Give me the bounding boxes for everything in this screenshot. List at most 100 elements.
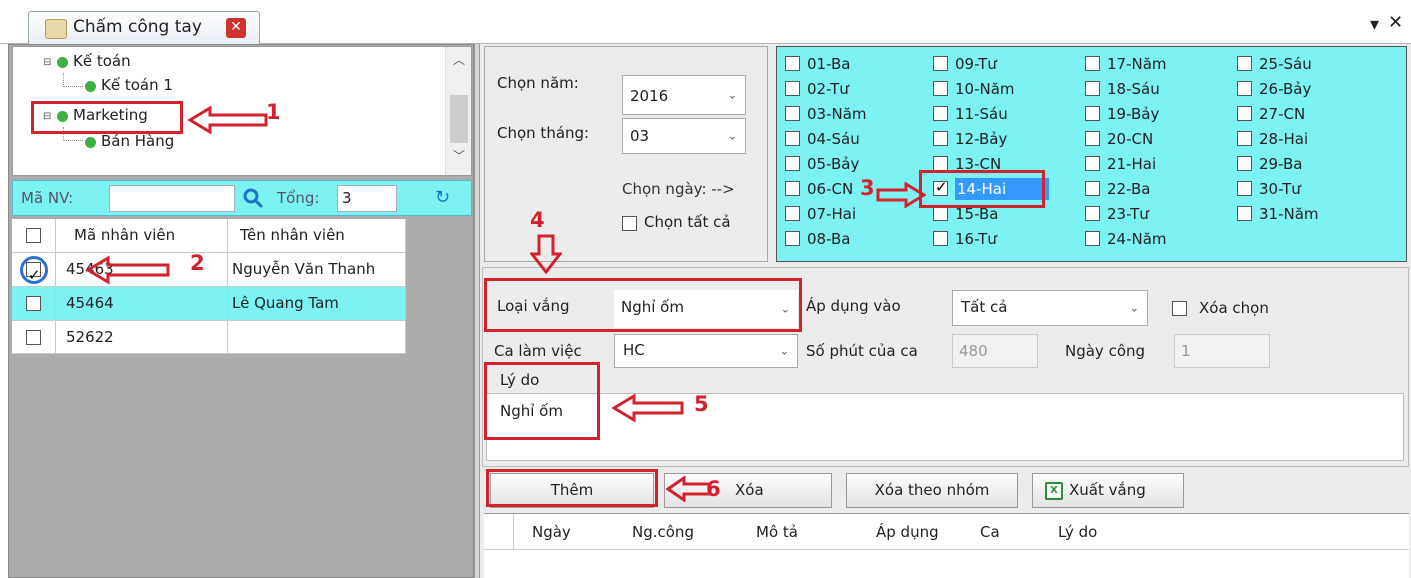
window-menu-icon[interactable]: ▾ (1370, 14, 1379, 35)
day-label: 20-CN (1107, 130, 1154, 148)
records-row-indicator (484, 514, 514, 550)
row-employee-name[interactable]: Nguyễn Văn Thanh (228, 253, 406, 287)
annotation-arrow-2 (86, 255, 170, 285)
records-header-description[interactable]: Mô tả (756, 523, 798, 541)
day-checkbox[interactable] (1237, 56, 1252, 71)
day-checkbox[interactable] (933, 206, 948, 221)
shift-label: Ca làm việc (494, 342, 582, 360)
day-checkbox[interactable] (1085, 106, 1100, 121)
tree-item-ban-hang[interactable]: Bán Hàng (101, 132, 174, 150)
records-table: Ngày Ng.công Mô tả Áp dụng Ca Lý do (484, 513, 1409, 578)
window-close-icon[interactable]: ✕ (1388, 12, 1403, 33)
day-checkbox[interactable] (785, 231, 800, 246)
day-checkbox[interactable] (933, 106, 948, 121)
tab-title: Chấm công tay (73, 17, 202, 37)
day-checkbox[interactable] (1085, 156, 1100, 171)
year-select[interactable]: 2016 ⌄ (622, 75, 746, 115)
apply-select[interactable]: Tất cả ⌄ (952, 290, 1148, 326)
day-checkbox[interactable] (933, 131, 948, 146)
annotation-label-3: 3 (860, 176, 875, 200)
tree-expand-icon[interactable]: ⊟ (43, 57, 51, 68)
day-checkbox[interactable] (1085, 56, 1100, 71)
row-employee-name[interactable] (228, 321, 406, 354)
day-checkbox[interactable] (933, 81, 948, 96)
employee-code-input[interactable] (109, 185, 235, 212)
day-label: 08-Ba (807, 230, 851, 248)
tab-close-icon[interactable]: ✕ (226, 18, 246, 38)
day-label: 17-Năm (1107, 55, 1167, 73)
day-checkbox[interactable] (1237, 106, 1252, 121)
row-employee-name[interactable]: Lê Quang Tam (228, 287, 406, 321)
day-checkbox[interactable] (785, 106, 800, 121)
chevron-down-icon: ⌄ (780, 302, 790, 316)
minutes-label: Số phút của ca (806, 342, 918, 360)
apply-value: Tất cả (961, 298, 1008, 316)
day-label: 31-Năm (1259, 205, 1319, 223)
day-label: 04-Sáu (807, 130, 860, 148)
day-checkbox[interactable] (933, 156, 948, 171)
shift-select[interactable]: HC ⌄ (614, 334, 798, 368)
day-label: 09-Tư (955, 55, 997, 73)
day-checkbox[interactable] (785, 56, 800, 71)
select-all-days-checkbox[interactable] (622, 216, 637, 231)
days-grid: 01-Ba 02-Tư 03-Năm 04-Sáu 05-Bảy 06-CN 07-Hai 0… (776, 46, 1407, 262)
tree-scrollbar[interactable]: ︿ ﹀ (445, 47, 471, 175)
day-checkbox[interactable] (1085, 206, 1100, 221)
day-checkbox[interactable] (785, 131, 800, 146)
tree-item-ke-toan-1[interactable]: Kế toán 1 (101, 76, 173, 94)
excel-icon: X (1045, 482, 1063, 500)
absence-type-select[interactable]: Nghỉ ốm ⌄ (614, 290, 798, 328)
records-header-apply[interactable]: Áp dụng (876, 523, 939, 541)
scroll-up-icon[interactable]: ︿ (453, 51, 465, 68)
clear-selection-checkbox[interactable] (1172, 301, 1187, 316)
day-label: 01-Ba (807, 55, 851, 73)
scroll-down-icon[interactable]: ﹀ (453, 147, 465, 164)
row-employee-id[interactable]: 52622 (56, 321, 228, 354)
search-bar: Mã NV: Tổng: 3 ↻ (12, 180, 472, 216)
month-select[interactable]: 03 ⌄ (622, 118, 746, 154)
select-all-checkbox[interactable] (26, 228, 41, 243)
day-checkbox[interactable] (1237, 181, 1252, 196)
day-checkbox[interactable] (1237, 131, 1252, 146)
records-header-workday[interactable]: Ng.công (632, 523, 694, 541)
day-checkbox[interactable] (785, 81, 800, 96)
grid-header-check (12, 219, 56, 253)
search-label: Mã NV: (21, 189, 74, 207)
delete-group-button[interactable]: Xóa theo nhóm (846, 473, 1018, 508)
records-header-reason[interactable]: Lý do (1058, 523, 1097, 541)
day-checkbox[interactable] (1085, 231, 1100, 246)
export-absence-button[interactable]: X Xuất vắng (1032, 473, 1184, 508)
scroll-thumb[interactable] (450, 95, 468, 143)
row-checkbox[interactable] (26, 296, 41, 311)
day-label: 23-Tư (1107, 205, 1149, 223)
day-label: 16-Tư (955, 230, 997, 248)
day-checkbox[interactable] (933, 56, 948, 71)
day-checkbox[interactable] (933, 231, 948, 246)
day-checkbox[interactable] (1237, 206, 1252, 221)
day-checkbox[interactable] (1085, 131, 1100, 146)
row-employee-id[interactable]: 45464 (56, 287, 228, 321)
day-checkbox[interactable] (785, 156, 800, 171)
tab-cham-cong-tay[interactable]: Chấm công tay ✕ (28, 11, 260, 45)
year-value: 2016 (630, 87, 669, 105)
reason-value: Nghỉ ốm (500, 402, 563, 420)
row-checkbox[interactable] (26, 330, 41, 345)
day-checkbox[interactable] (785, 181, 800, 196)
day-checkbox[interactable] (1237, 81, 1252, 96)
tree-item-ke-toan[interactable]: Kế toán (73, 52, 131, 70)
annotation-label-6: 6 (706, 477, 721, 501)
day-label: 02-Tư (807, 80, 849, 98)
annotation-circle-2 (20, 256, 48, 284)
day-checkbox[interactable] (1237, 156, 1252, 171)
total-value: 3 (342, 189, 352, 207)
day-checkbox[interactable] (1085, 181, 1100, 196)
apply-label: Áp dụng vào (806, 297, 901, 315)
day-checkbox[interactable] (1085, 81, 1100, 96)
day-label: 28-Hai (1259, 130, 1309, 148)
records-header-date[interactable]: Ngày (532, 523, 571, 541)
refresh-icon[interactable]: ↻ (435, 187, 450, 208)
annotation-arrow-1 (188, 105, 268, 135)
records-header-shift[interactable]: Ca (980, 523, 1000, 541)
search-icon[interactable] (241, 186, 265, 210)
day-checkbox[interactable] (785, 206, 800, 221)
